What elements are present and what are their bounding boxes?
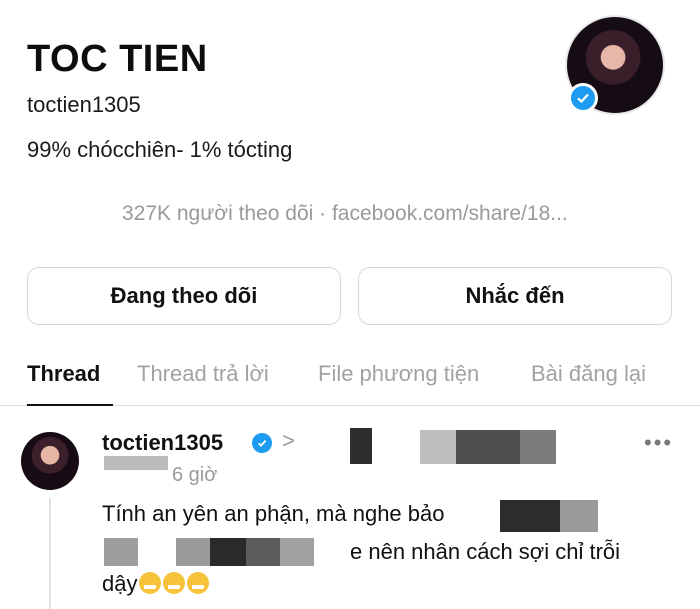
- mention-button[interactable]: Nhắc đến: [358, 267, 672, 325]
- profile-avatar-container[interactable]: [565, 15, 673, 115]
- profile-name: TOC TIEN: [27, 38, 208, 80]
- tab-reposts[interactable]: Bài đăng lại: [531, 361, 646, 387]
- post-text-line-1: Tính an yên an phận, mà nghe bảo: [102, 501, 445, 526]
- reply-arrow-icon: >: [282, 428, 295, 453]
- redaction-block: [246, 538, 280, 566]
- active-tab-indicator: [27, 404, 113, 406]
- profile-handle: toctien1305: [27, 92, 141, 117]
- redaction-block: [520, 430, 556, 464]
- post-author-avatar[interactable]: [21, 432, 79, 490]
- redaction-block: [280, 538, 314, 566]
- redaction-block: [560, 500, 598, 532]
- tab-thread[interactable]: Thread: [27, 361, 100, 387]
- redaction-block: [176, 538, 210, 566]
- redaction-block: [104, 538, 138, 566]
- redaction-block: [104, 456, 168, 470]
- face-with-steam-emoji-icon: [139, 572, 162, 594]
- more-options-icon[interactable]: •••: [644, 430, 673, 456]
- tab-thread-replies[interactable]: Thread trả lời: [137, 361, 269, 387]
- post-timestamp: 6 giờ: [172, 464, 218, 486]
- post-username[interactable]: toctien1305: [102, 430, 223, 456]
- profile-bio: 99% chócchiên- 1% tócting: [27, 137, 293, 162]
- thread-connector-line: [49, 498, 51, 609]
- post-text-line-2: e nên nhân cách sợi chỉ trỗi: [350, 539, 621, 564]
- redaction-block: [420, 430, 456, 464]
- face-with-steam-emoji-icon: [187, 572, 210, 594]
- redaction-block: [210, 538, 246, 566]
- face-with-steam-emoji-icon: [163, 572, 186, 594]
- post-verified-badge-icon: [252, 433, 272, 453]
- following-button[interactable]: Đang theo dõi: [27, 267, 341, 325]
- verified-badge-icon: [568, 83, 598, 113]
- redaction-block: [350, 428, 372, 464]
- post-text-line-3: dậy: [102, 571, 210, 597]
- redaction-block: [456, 430, 520, 464]
- profile-tabs: Thread Thread trả lời File phương tiện B…: [0, 355, 700, 406]
- redaction-block: [500, 500, 560, 532]
- post-text-word: dậy: [102, 571, 138, 596]
- profile-stats-link[interactable]: 327K người theo dõi · facebook.com/share…: [122, 202, 568, 226]
- tab-media[interactable]: File phương tiện: [318, 361, 479, 387]
